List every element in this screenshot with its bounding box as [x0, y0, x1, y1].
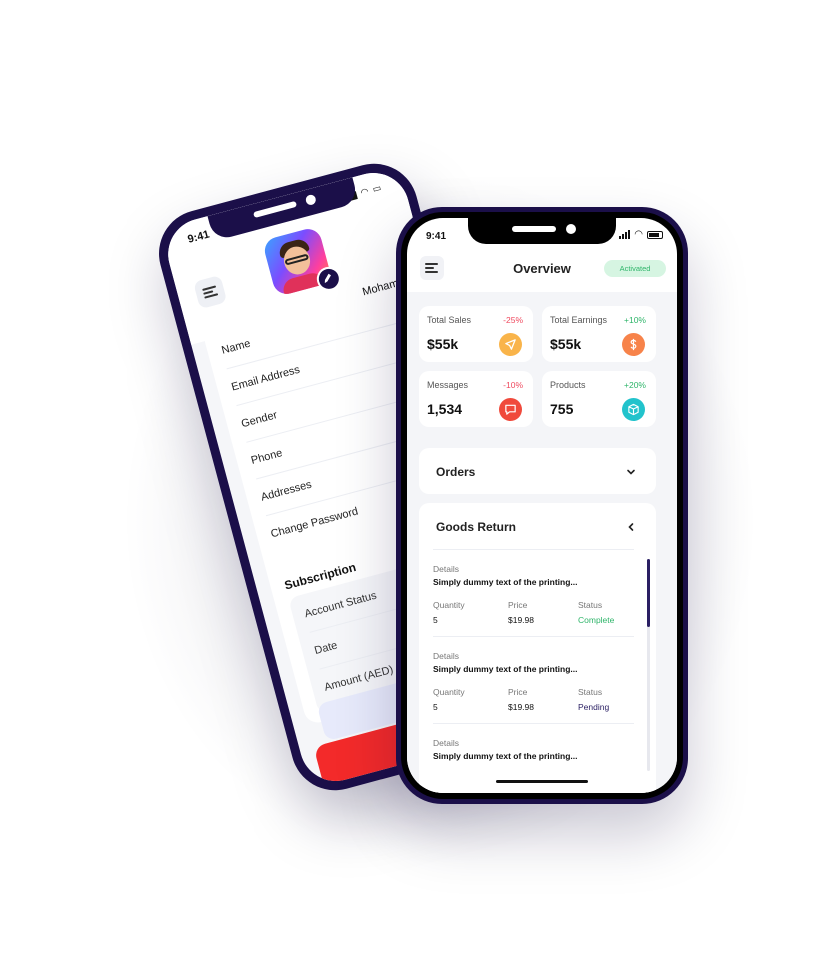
stat-value: 1,534 — [427, 401, 463, 417]
goods-return-title: Goods Return — [436, 520, 516, 534]
details-label: Details — [433, 651, 459, 661]
wifi-icon: ◠ — [634, 229, 643, 240]
front-phone-screen: 9:41 ◠ Overview Activated Total Sales -2… — [407, 218, 677, 793]
details-label: Details — [433, 564, 459, 574]
stat-label: Products — [550, 380, 586, 390]
price-value: $19.98 — [508, 615, 534, 625]
status-value: Pending — [578, 702, 610, 712]
goods-return-section: Goods Return Details Simply dummy text o… — [419, 503, 656, 793]
status-value: Complete — [578, 615, 615, 625]
list-item[interactable]: Details Simply dummy text of the printin… — [433, 636, 634, 723]
signal-icon — [619, 230, 631, 239]
quantity-label: Quantity — [433, 687, 465, 697]
price-label: Price — [508, 600, 528, 610]
box-icon — [622, 398, 645, 421]
orders-title: Orders — [436, 465, 476, 479]
details-text: Simply dummy text of the printing... — [433, 664, 578, 674]
stat-value: 755 — [550, 401, 574, 417]
gender-label: Gender — [239, 409, 279, 431]
status-time: 9:41 — [426, 231, 447, 242]
list-item[interactable]: Details Simply dummy text of the printin… — [433, 549, 634, 636]
stat-change: +10% — [624, 315, 646, 325]
stat-value: $55k — [550, 336, 582, 352]
send-icon — [499, 333, 522, 356]
stat-change: -10% — [503, 380, 523, 390]
quantity-value: 5 — [433, 702, 438, 712]
status-badge: Activated — [604, 260, 666, 277]
status-label: Status — [578, 687, 603, 697]
stat-total-sales[interactable]: Total Sales -25% $55k — [419, 306, 533, 362]
notch — [468, 218, 616, 244]
message-icon — [499, 398, 522, 421]
stat-label: Messages — [427, 380, 469, 390]
name-label: Name — [220, 337, 252, 357]
email-label: Email Address — [230, 363, 302, 394]
chevron-down-icon[interactable] — [626, 464, 636, 482]
change-password-label: Change Password — [269, 505, 360, 541]
return-list: Details Simply dummy text of the printin… — [433, 549, 646, 773]
battery-icon — [647, 230, 663, 239]
price-value: $19.98 — [508, 702, 534, 712]
stat-total-earnings[interactable]: Total Earnings +10% $55k — [542, 306, 656, 362]
stat-change: -25% — [503, 315, 523, 325]
status-icons: ◠ — [619, 229, 663, 240]
status-label: Status — [578, 600, 603, 610]
quantity-label: Quantity — [433, 600, 465, 610]
stat-products[interactable]: Products +20% 755 — [542, 371, 656, 427]
list-item[interactable]: Details Simply dummy text of the printin… — [433, 723, 634, 773]
details-text: Simply dummy text of the printing... — [433, 577, 578, 587]
stat-messages[interactable]: Messages -10% 1,534 — [419, 371, 533, 427]
phone-label: Phone — [249, 447, 284, 467]
stat-label: Total Sales — [427, 315, 472, 325]
stat-label: Total Earnings — [550, 315, 608, 325]
home-indicator[interactable] — [496, 780, 588, 783]
quantity-value: 5 — [433, 615, 438, 625]
details-label: Details — [433, 738, 459, 748]
front-phone: 9:41 ◠ Overview Activated Total Sales -2… — [396, 207, 688, 804]
date-label: Date — [313, 639, 339, 658]
dollar-icon — [622, 333, 645, 356]
chevron-left-icon[interactable] — [626, 519, 636, 537]
price-label: Price — [508, 687, 528, 697]
orders-section[interactable]: Orders — [419, 448, 656, 494]
stat-value: $55k — [427, 336, 459, 352]
scrollbar-thumb[interactable] — [647, 559, 650, 627]
addresses-label: Addresses — [259, 478, 313, 504]
scrollbar[interactable] — [647, 559, 650, 771]
dashboard-content: Total Sales -25% $55k Total Earnings +10… — [407, 292, 677, 793]
stat-change: +20% — [624, 380, 646, 390]
details-text: Simply dummy text of the printing... — [433, 751, 578, 761]
